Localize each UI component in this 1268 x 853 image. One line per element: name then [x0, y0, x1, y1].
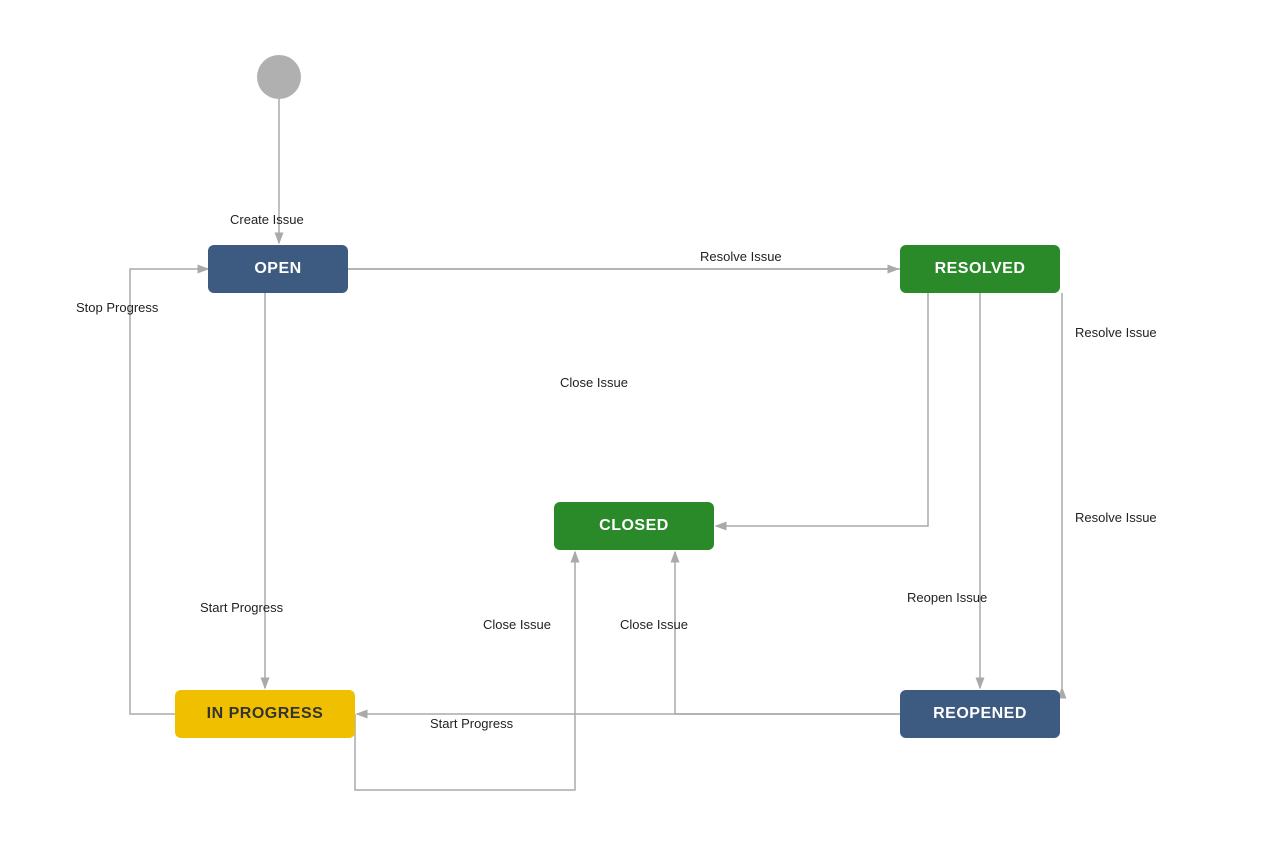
label-create-issue: Create Issue [230, 212, 304, 227]
label-reopen-issue: Reopen Issue [907, 590, 987, 605]
label-start-progress-2: Start Progress [430, 716, 513, 731]
start-node [257, 55, 301, 99]
label-stop-progress: Stop Progress [76, 300, 158, 315]
label-start-progress-1: Start Progress [200, 600, 283, 615]
label-close-issue-3: Close Issue [620, 617, 688, 632]
label-resolve-issue-1: Resolve Issue [700, 249, 782, 264]
node-in-progress: IN PROGRESS [175, 690, 355, 738]
node-resolved: RESOLVED [900, 245, 1060, 293]
node-reopened: REOPENED [900, 690, 1060, 738]
label-resolve-issue-3: Resolve Issue [1075, 510, 1157, 525]
label-resolve-issue-2: Resolve Issue [1075, 325, 1157, 340]
diagram-container: OPEN RESOLVED CLOSED IN PROGRESS REOPENE… [0, 0, 1268, 853]
label-close-issue-2: Close Issue [483, 617, 551, 632]
node-closed: CLOSED [554, 502, 714, 550]
label-close-issue-1: Close Issue [560, 375, 628, 390]
node-open: OPEN [208, 245, 348, 293]
